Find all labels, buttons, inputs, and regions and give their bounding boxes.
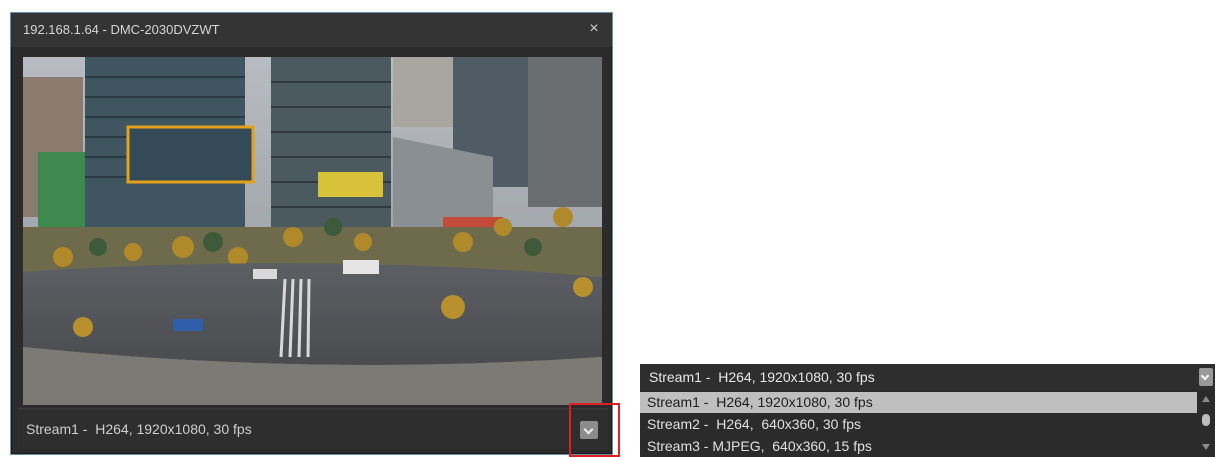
scroll-up-icon[interactable] [1202, 396, 1210, 402]
window-title: 192.168.1.64 - DMC-2030DVZWT [23, 22, 220, 37]
scrollbar-thumb[interactable] [1202, 414, 1210, 426]
stream-option[interactable]: Stream2 - H264, 640x360, 30 fps [640, 414, 1197, 435]
stream-dropdown-header[interactable]: Stream1 - H264, 1920x1080, 30 fps [640, 364, 1215, 390]
viewer-window: 192.168.1.64 - DMC-2030DVZWT × Stream1 -… [10, 12, 613, 455]
stream-option[interactable]: Stream3 - MJPEG, 640x360, 15 fps [640, 436, 1197, 457]
stream-options-list: Stream1 - H264, 1920x1080, 30 fps Stream… [640, 392, 1197, 457]
chevron-down-icon[interactable] [580, 421, 598, 439]
stream-dropdown[interactable]: Stream1 - H264, 1920x1080, 30 fps Stream… [640, 364, 1215, 457]
camera-feed-image [23, 57, 602, 405]
close-icon[interactable]: × [586, 21, 602, 37]
stream-selector-value: Stream1 - H264, 1920x1080, 30 fps [26, 421, 252, 437]
stream-selector[interactable]: Stream1 - H264, 1920x1080, 30 fps [17, 408, 608, 449]
camera-video-feed [23, 57, 602, 405]
chevron-down-icon[interactable] [1199, 368, 1213, 386]
scroll-down-icon[interactable] [1202, 444, 1210, 450]
scrollbar[interactable] [1199, 392, 1213, 457]
window-titlebar[interactable]: 192.168.1.64 - DMC-2030DVZWT × [11, 13, 612, 47]
stream-option[interactable]: Stream1 - H264, 1920x1080, 30 fps [640, 392, 1197, 413]
